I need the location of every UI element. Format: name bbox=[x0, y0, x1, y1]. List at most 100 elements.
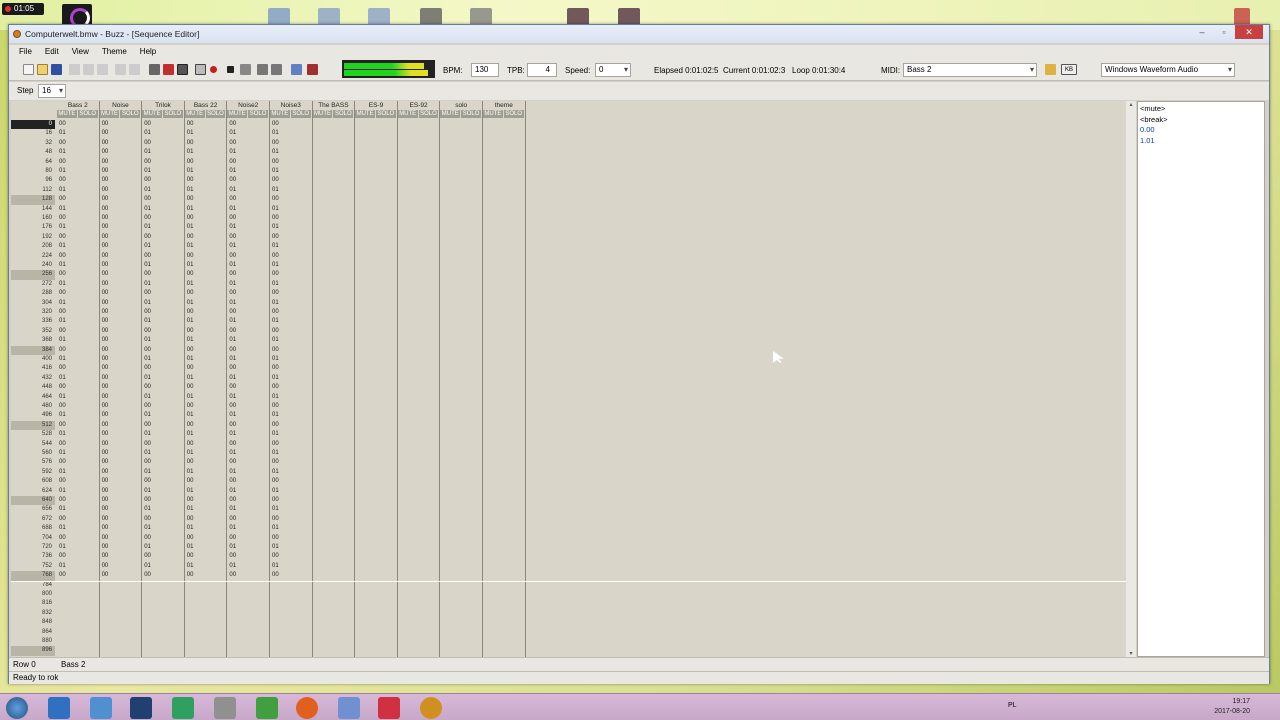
sequence-cell[interactable]: 00 bbox=[100, 421, 143, 430]
sequence-cell[interactable]: 01 bbox=[185, 223, 228, 232]
sequence-cell[interactable]: 01 bbox=[185, 524, 228, 533]
bpm-input[interactable]: 130 bbox=[471, 63, 499, 77]
pattern-list-item[interactable]: 1.01 bbox=[1140, 136, 1262, 147]
solo-button[interactable]: SOLO bbox=[163, 110, 184, 118]
sequence-cell[interactable]: 00 bbox=[100, 364, 143, 373]
sequence-cell[interactable]: 00 bbox=[227, 515, 270, 524]
sequence-cell[interactable]: 00 bbox=[100, 505, 143, 514]
track-column[interactable] bbox=[313, 120, 356, 657]
sequence-cell[interactable]: 00 bbox=[142, 383, 185, 392]
sequence-cell[interactable]: 00 bbox=[142, 440, 185, 449]
start-button[interactable] bbox=[6, 697, 28, 719]
sequence-cell[interactable]: 01 bbox=[185, 280, 228, 289]
sequence-cell[interactable]: 00 bbox=[100, 487, 143, 496]
taskbar-app-icon[interactable] bbox=[172, 697, 194, 719]
sequence-cell[interactable]: 00 bbox=[270, 252, 313, 261]
sequence-cell[interactable]: 01 bbox=[270, 261, 313, 270]
pattern-list-item[interactable]: <break> bbox=[1140, 115, 1262, 126]
sequence-cell[interactable]: 01 bbox=[57, 167, 100, 176]
sequence-cell[interactable]: 01 bbox=[142, 393, 185, 402]
sequence-cell[interactable]: 00 bbox=[142, 214, 185, 223]
tool2-icon[interactable] bbox=[271, 64, 282, 75]
audio-driver-select[interactable]: Windows Waveform Audio bbox=[1101, 63, 1235, 77]
sequence-cell[interactable]: 01 bbox=[270, 393, 313, 402]
sequence-cell[interactable]: 01 bbox=[185, 317, 228, 326]
window-icon[interactable] bbox=[291, 64, 302, 75]
sequence-cell[interactable]: 00 bbox=[100, 336, 143, 345]
paste-icon[interactable] bbox=[97, 64, 108, 75]
sequence-cell[interactable]: 01 bbox=[57, 186, 100, 195]
sequence-cell[interactable]: 01 bbox=[57, 468, 100, 477]
solo-button[interactable]: SOLO bbox=[376, 110, 397, 118]
sequence-cell[interactable]: 00 bbox=[142, 158, 185, 167]
track-header[interactable]: Noise MUTE SOLO bbox=[99, 101, 143, 120]
sequence-cell[interactable]: 00 bbox=[227, 176, 270, 185]
tool-icon[interactable] bbox=[257, 64, 268, 75]
sequence-cell[interactable]: 01 bbox=[185, 411, 228, 420]
sequence-cell[interactable]: 00 bbox=[185, 289, 228, 298]
sequence-cell[interactable]: 00 bbox=[227, 364, 270, 373]
sequence-cell[interactable]: 00 bbox=[100, 430, 143, 439]
sequence-cell[interactable]: 00 bbox=[227, 270, 270, 279]
sequence-cell[interactable]: 00 bbox=[270, 440, 313, 449]
sequence-cell[interactable]: 01 bbox=[227, 336, 270, 345]
sequence-cell[interactable]: 00 bbox=[100, 186, 143, 195]
sequence-cell[interactable]: 00 bbox=[100, 571, 143, 580]
sequence-cell[interactable]: 00 bbox=[227, 402, 270, 411]
menu-edit[interactable]: Edit bbox=[45, 45, 59, 59]
sequence-cell[interactable]: 00 bbox=[100, 233, 143, 242]
sequence-cell[interactable]: 01 bbox=[142, 543, 185, 552]
track-header[interactable]: Trilok MUTE SOLO bbox=[142, 101, 185, 120]
midi-select[interactable]: Bass 2 bbox=[903, 63, 1037, 77]
sequence-cell[interactable]: 00 bbox=[227, 440, 270, 449]
sequence-cell[interactable]: 01 bbox=[142, 261, 185, 270]
sequence-cell[interactable]: 00 bbox=[185, 515, 228, 524]
sequence-cell[interactable]: 01 bbox=[227, 487, 270, 496]
sequence-cell[interactable]: 00 bbox=[270, 346, 313, 355]
sequence-cell[interactable]: 01 bbox=[57, 336, 100, 345]
lock-icon[interactable] bbox=[1045, 64, 1056, 75]
title-bar[interactable]: Computerwelt.bmw - Buzz - [Sequence Edit… bbox=[9, 25, 1269, 43]
taskbar-app-icon[interactable] bbox=[90, 697, 112, 719]
sequence-cell[interactable]: 00 bbox=[100, 355, 143, 364]
sequence-cell[interactable]: 00 bbox=[100, 158, 143, 167]
sequence-cell[interactable]: 01 bbox=[270, 411, 313, 420]
sequence-cell[interactable]: 00 bbox=[57, 214, 100, 223]
sequence-cell[interactable]: 00 bbox=[142, 327, 185, 336]
sequence-cell[interactable]: 00 bbox=[100, 214, 143, 223]
sequence-cell[interactable]: 00 bbox=[100, 552, 143, 561]
sequence-cell[interactable]: 00 bbox=[227, 458, 270, 467]
taskbar-app-icon[interactable] bbox=[48, 697, 70, 719]
machine-view-icon[interactable] bbox=[149, 64, 160, 75]
menu-theme[interactable]: Theme bbox=[102, 45, 127, 59]
sequence-cell[interactable]: 01 bbox=[270, 205, 313, 214]
sequence-cell[interactable]: 00 bbox=[57, 176, 100, 185]
sequence-cell[interactable]: 01 bbox=[270, 374, 313, 383]
sequence-cell[interactable]: 00 bbox=[57, 120, 100, 129]
sequence-cell[interactable]: 01 bbox=[142, 336, 185, 345]
sequence-cell[interactable]: 00 bbox=[142, 346, 185, 355]
sequence-cell[interactable]: 00 bbox=[100, 317, 143, 326]
sequence-cell[interactable]: 00 bbox=[142, 402, 185, 411]
sequence-cell[interactable]: 00 bbox=[185, 308, 228, 317]
solo-button[interactable]: SOLO bbox=[333, 110, 355, 118]
sequence-cell[interactable]: 00 bbox=[142, 364, 185, 373]
sequence-cell[interactable]: 00 bbox=[100, 280, 143, 289]
sequence-cell[interactable]: 00 bbox=[142, 289, 185, 298]
sequence-cell[interactable]: 00 bbox=[100, 195, 143, 204]
sequence-cell[interactable]: 01 bbox=[270, 505, 313, 514]
close-button[interactable]: ✕ bbox=[1235, 25, 1263, 39]
copy-icon[interactable] bbox=[83, 64, 94, 75]
tpb-input[interactable]: 4 bbox=[527, 63, 557, 77]
sequence-cell[interactable]: 01 bbox=[185, 487, 228, 496]
sequence-cell[interactable]: 01 bbox=[142, 205, 185, 214]
sequence-cell[interactable]: 01 bbox=[185, 148, 228, 157]
sequence-cell[interactable]: 00 bbox=[100, 393, 143, 402]
sequence-cell[interactable]: 00 bbox=[57, 421, 100, 430]
pattern-view-icon[interactable] bbox=[163, 64, 174, 75]
sequence-cell[interactable]: 00 bbox=[270, 552, 313, 561]
sequence-cell[interactable]: 01 bbox=[185, 562, 228, 571]
sequence-cell[interactable]: 00 bbox=[142, 571, 185, 580]
sequence-cell[interactable]: 01 bbox=[227, 468, 270, 477]
sequence-cell[interactable]: 01 bbox=[227, 223, 270, 232]
